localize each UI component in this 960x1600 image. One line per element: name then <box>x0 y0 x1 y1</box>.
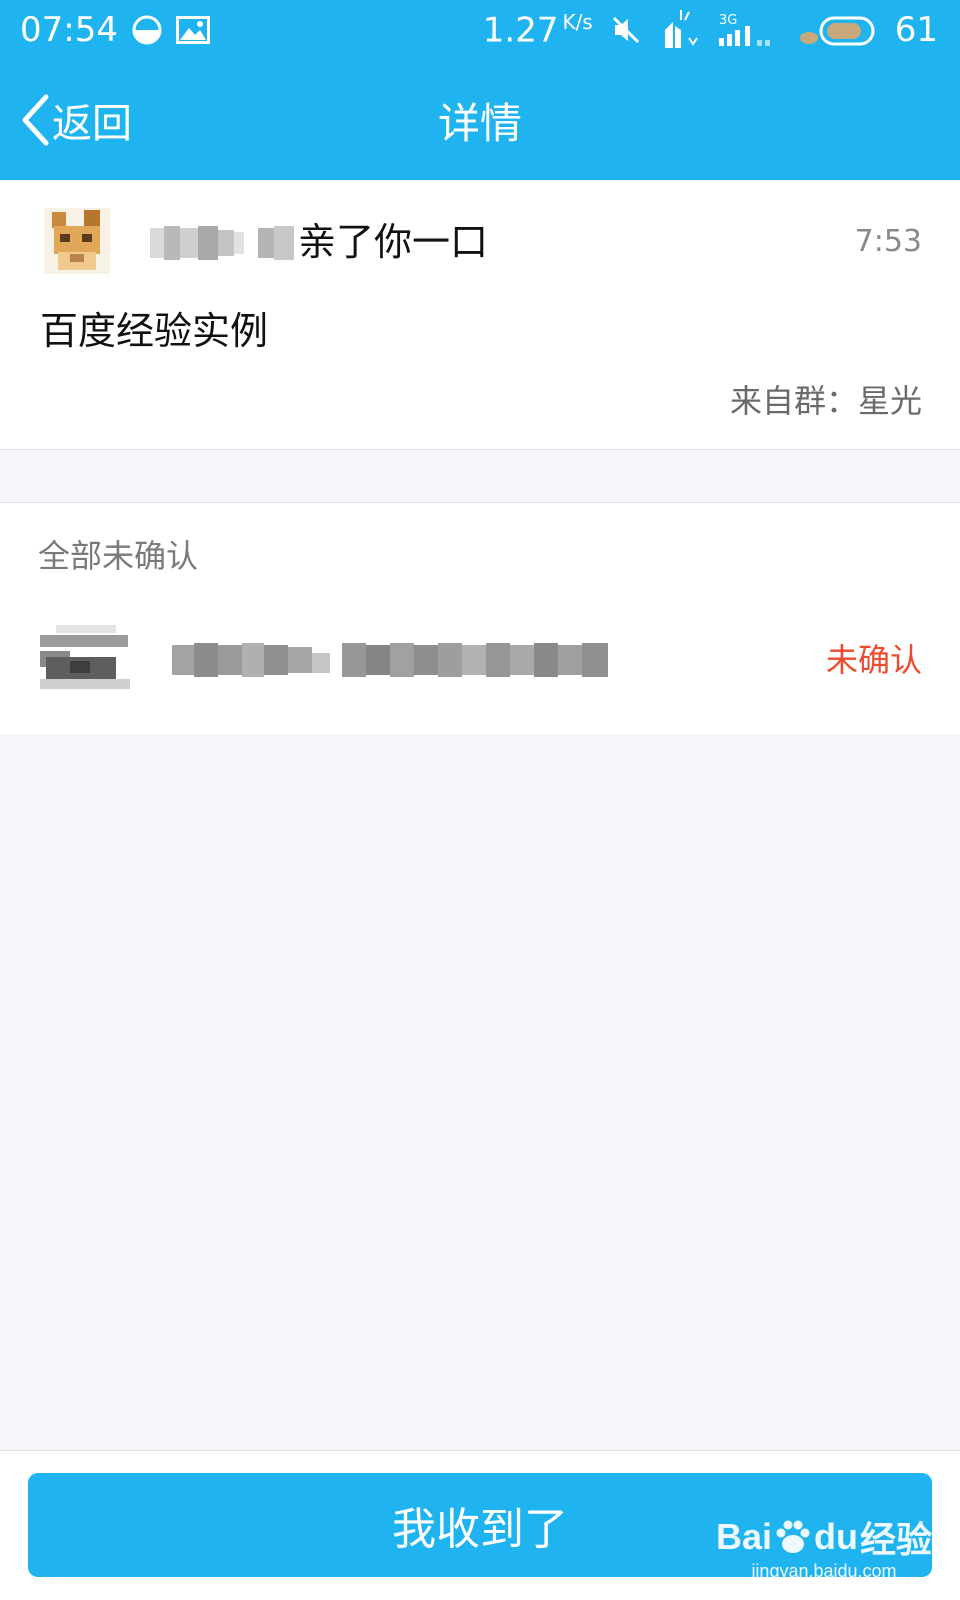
message-action: 亲了你一口 <box>298 220 489 264</box>
mute-icon <box>611 15 641 45</box>
avatar[interactable] <box>44 208 110 274</box>
signal-3g-icon: 3G <box>717 10 779 50</box>
sender-name-redacted <box>150 222 295 264</box>
message-time: 7:53 <box>854 224 922 259</box>
list-item[interactable]: 未确认 <box>0 613 960 713</box>
status-bar: 07:54 1.27 K/s 3G 61 <box>0 0 960 60</box>
message-source: 来自群： 星光 <box>730 376 922 422</box>
confirm-received-button[interactable]: 我收到了 <box>28 1473 932 1577</box>
network-speed: 1.27 K/s <box>482 9 593 51</box>
half-moon-icon <box>132 15 162 45</box>
status-right: 1.27 K/s 3G 61 <box>483 8 938 52</box>
page-title: 详情 <box>437 98 522 148</box>
message-body: 百度经验实例 <box>40 309 269 353</box>
image-notification-icon <box>175 16 210 44</box>
section-title: 全部未确认 <box>38 537 199 575</box>
bottom-bar: 我收到了 Bai du 经验 jingyan.baidu.com <box>0 1450 960 1600</box>
member-name-redacted <box>172 639 622 681</box>
unconfirmed-members-card: 全部未确认 未确认 <box>0 502 960 734</box>
navigation-bar: 返回 详情 <box>0 60 960 180</box>
clock: 07:54 <box>20 10 118 50</box>
status-left: 07:54 <box>20 10 210 50</box>
back-button[interactable]: 返回 <box>20 60 132 180</box>
chevron-left-icon <box>20 94 50 146</box>
battery-icon <box>797 10 877 50</box>
battery-level: 61 <box>894 10 938 50</box>
wifi-data-icon <box>659 8 699 52</box>
source-group: 星光 <box>857 382 922 420</box>
member-avatar <box>40 621 130 693</box>
message-card: 亲了你一口 7:53 百度经验实例 来自群： 星光 <box>0 180 960 450</box>
back-label: 返回 <box>52 101 132 147</box>
svg-text:3G: 3G <box>719 13 737 28</box>
status-badge: 未确认 <box>825 641 922 679</box>
source-prefix: 来自群： <box>729 382 858 420</box>
